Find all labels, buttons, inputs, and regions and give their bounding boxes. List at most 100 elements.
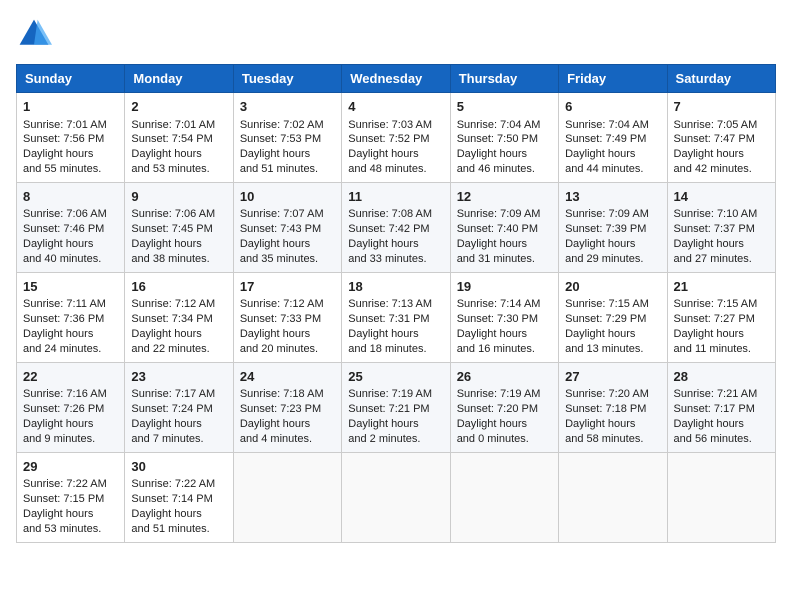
daylight-text: and 22 minutes. xyxy=(131,343,209,355)
calendar-cell: 29Sunrise: 7:22 AMSunset: 7:15 PMDayligh… xyxy=(17,452,125,542)
sunset-text: Sunset: 7:40 PM xyxy=(457,223,538,235)
sunrise-text: Sunrise: 7:14 AM xyxy=(457,298,541,310)
daylight-text: and 42 minutes. xyxy=(674,163,752,175)
daylight-label: Daylight hours xyxy=(240,238,310,250)
sunset-text: Sunset: 7:15 PM xyxy=(23,493,104,505)
daylight-text: and 29 minutes. xyxy=(565,253,643,265)
daylight-label: Daylight hours xyxy=(674,238,744,250)
daylight-label: Daylight hours xyxy=(348,328,418,340)
daylight-text: and 48 minutes. xyxy=(348,163,426,175)
day-number: 6 xyxy=(565,98,660,116)
daylight-text: and 38 minutes. xyxy=(131,253,209,265)
daylight-label: Daylight hours xyxy=(131,418,201,430)
day-number: 22 xyxy=(23,368,118,386)
sunset-text: Sunset: 7:47 PM xyxy=(674,133,755,145)
daylight-label: Daylight hours xyxy=(240,418,310,430)
logo xyxy=(16,16,58,52)
daylight-text: and 13 minutes. xyxy=(565,343,643,355)
header-day-friday: Friday xyxy=(559,65,667,93)
daylight-label: Daylight hours xyxy=(565,238,635,250)
day-number: 10 xyxy=(240,188,335,206)
daylight-text: and 58 minutes. xyxy=(565,433,643,445)
sunset-text: Sunset: 7:34 PM xyxy=(131,313,212,325)
sunset-text: Sunset: 7:30 PM xyxy=(457,313,538,325)
daylight-label: Daylight hours xyxy=(131,148,201,160)
daylight-label: Daylight hours xyxy=(23,148,93,160)
calendar-cell xyxy=(559,452,667,542)
sunrise-text: Sunrise: 7:15 AM xyxy=(674,298,758,310)
calendar-cell: 14Sunrise: 7:10 AMSunset: 7:37 PMDayligh… xyxy=(667,182,775,272)
daylight-text: and 20 minutes. xyxy=(240,343,318,355)
header-day-saturday: Saturday xyxy=(667,65,775,93)
day-number: 28 xyxy=(674,368,769,386)
day-number: 12 xyxy=(457,188,552,206)
daylight-text: and 0 minutes. xyxy=(457,433,529,445)
daylight-text: and 7 minutes. xyxy=(131,433,203,445)
day-number: 27 xyxy=(565,368,660,386)
day-number: 26 xyxy=(457,368,552,386)
sunrise-text: Sunrise: 7:22 AM xyxy=(23,478,107,490)
sunset-text: Sunset: 7:52 PM xyxy=(348,133,429,145)
sunset-text: Sunset: 7:53 PM xyxy=(240,133,321,145)
sunrise-text: Sunrise: 7:16 AM xyxy=(23,388,107,400)
calendar-cell xyxy=(450,452,558,542)
daylight-label: Daylight hours xyxy=(131,508,201,520)
day-number: 23 xyxy=(131,368,226,386)
daylight-text: and 33 minutes. xyxy=(348,253,426,265)
sunrise-text: Sunrise: 7:18 AM xyxy=(240,388,324,400)
daylight-label: Daylight hours xyxy=(240,328,310,340)
sunrise-text: Sunrise: 7:10 AM xyxy=(674,208,758,220)
daylight-text: and 2 minutes. xyxy=(348,433,420,445)
daylight-text: and 55 minutes. xyxy=(23,163,101,175)
day-number: 7 xyxy=(674,98,769,116)
header-day-sunday: Sunday xyxy=(17,65,125,93)
week-row-1: 1 Sunrise: 7:01 AM Sunset: 7:56 PM Daylight… xyxy=(17,93,776,183)
calendar-cell: 22Sunrise: 7:16 AMSunset: 7:26 PMDayligh… xyxy=(17,362,125,452)
sunrise-text: Sunrise: 7:12 AM xyxy=(240,298,324,310)
day-number: 1 xyxy=(23,98,118,116)
sunset-text: Sunset: 7:45 PM xyxy=(131,223,212,235)
sunset-text: Sunset: 7:50 PM xyxy=(457,133,538,145)
daylight-text: and 40 minutes. xyxy=(23,253,101,265)
sunrise-text: Sunrise: 7:20 AM xyxy=(565,388,649,400)
daylight-label: Daylight hours xyxy=(674,148,744,160)
calendar-body: 1 Sunrise: 7:01 AM Sunset: 7:56 PM Daylight… xyxy=(17,93,776,543)
calendar-cell: 11Sunrise: 7:08 AMSunset: 7:42 PMDayligh… xyxy=(342,182,450,272)
sunset-text: Sunset: 7:24 PM xyxy=(131,403,212,415)
day-number: 15 xyxy=(23,278,118,296)
daylight-label: Daylight hours xyxy=(348,238,418,250)
day-number: 13 xyxy=(565,188,660,206)
day-number: 17 xyxy=(240,278,335,296)
sunrise-text: Sunrise: 7:09 AM xyxy=(565,208,649,220)
header-row: SundayMondayTuesdayWednesdayThursdayFrid… xyxy=(17,65,776,93)
daylight-text: and 53 minutes. xyxy=(23,523,101,535)
day-number: 11 xyxy=(348,188,443,206)
daylight-text: and 4 minutes. xyxy=(240,433,312,445)
sunrise-text: Sunrise: 7:06 AM xyxy=(23,208,107,220)
day-number: 3 xyxy=(240,98,335,116)
sunset-text: Sunset: 7:39 PM xyxy=(565,223,646,235)
sunrise-text: Sunrise: 7:11 AM xyxy=(23,298,106,310)
calendar-cell: 12 Sunrise: 7:09 AM Sunset: 7:40 PM Dayligh… xyxy=(450,182,558,272)
daylight-text: and 11 minutes. xyxy=(674,343,751,355)
calendar-cell: 17Sunrise: 7:12 AMSunset: 7:33 PMDayligh… xyxy=(233,272,341,362)
header-day-tuesday: Tuesday xyxy=(233,65,341,93)
week-row-5: 29Sunrise: 7:22 AMSunset: 7:15 PMDayligh… xyxy=(17,452,776,542)
sunrise-text: Sunrise: 7:01 AM xyxy=(23,119,107,131)
sunset-text: Sunset: 7:14 PM xyxy=(131,493,212,505)
calendar-cell: 9Sunrise: 7:06 AMSunset: 7:45 PMDaylight… xyxy=(125,182,233,272)
calendar-cell: 19Sunrise: 7:14 AMSunset: 7:30 PMDayligh… xyxy=(450,272,558,362)
calendar-cell: 3Sunrise: 7:02 AMSunset: 7:53 PMDaylight… xyxy=(233,93,341,183)
calendar-cell xyxy=(342,452,450,542)
sunrise-text: Sunrise: 7:13 AM xyxy=(348,298,432,310)
daylight-label: Daylight hours xyxy=(565,418,635,430)
sunrise-text: Sunrise: 7:01 AM xyxy=(131,119,215,131)
sunrise-text: Sunrise: 7:09 AM xyxy=(457,208,541,220)
daylight-text: and 18 minutes. xyxy=(348,343,426,355)
daylight-label: Daylight hours xyxy=(457,238,527,250)
sunset-text: Sunset: 7:56 PM xyxy=(23,133,104,145)
sunrise-text: Sunrise: 7:04 AM xyxy=(457,119,541,131)
day-number: 30 xyxy=(131,458,226,476)
daylight-text: and 31 minutes. xyxy=(457,253,535,265)
day-number: 18 xyxy=(348,278,443,296)
